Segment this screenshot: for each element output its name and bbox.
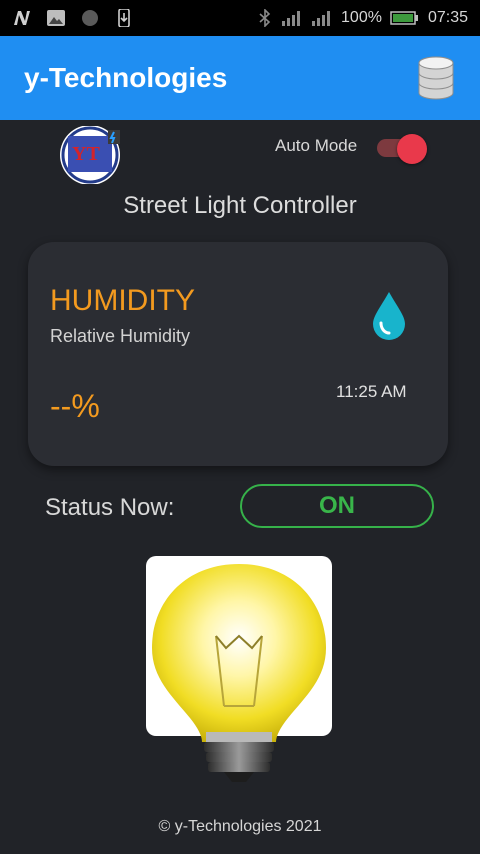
logo-text: YT [72,143,100,165]
battery-icon [390,11,418,25]
app-title: y-Technologies [24,62,228,93]
water-drop-icon [373,292,405,340]
card-title: HUMIDITY [50,284,195,317]
status-on-button[interactable]: ON [240,484,434,528]
page-subtitle: Street Light Controller [123,192,357,219]
clock: 07:35 [427,9,468,26]
gallery-icon [47,10,65,26]
toggle-thumb [397,134,428,164]
bluetooth-icon [259,9,271,27]
signal-2-icon [312,11,331,26]
card-subtitle: Relative Humidity [50,326,191,346]
auto-mode-label: Auto Mode [275,136,358,155]
auto-mode-toggle[interactable] [375,134,428,164]
light-bulb-icon[interactable] [146,556,332,784]
humidity-value: --% [50,388,100,424]
status-label: Status Now: [45,494,175,521]
download-icon [118,9,130,27]
app-bar: y-Technologies [0,36,480,120]
database-icon[interactable] [416,55,456,101]
notification-n-icon [14,11,30,25]
signal-1-icon [282,11,301,26]
reading-time: 11:25 AM [336,382,407,401]
footer-copyright: © y-Technologies 2021 [158,818,322,835]
circle-icon [82,10,98,26]
battery-percent: 100% [341,9,382,26]
auto-mode-row: Auto Mode [275,134,428,164]
company-logo: YT [60,126,120,184]
system-status-bar: 100% 07:35 [0,0,480,36]
humidity-card: HUMIDITY Relative Humidity --% 11:25 AM [28,242,448,466]
